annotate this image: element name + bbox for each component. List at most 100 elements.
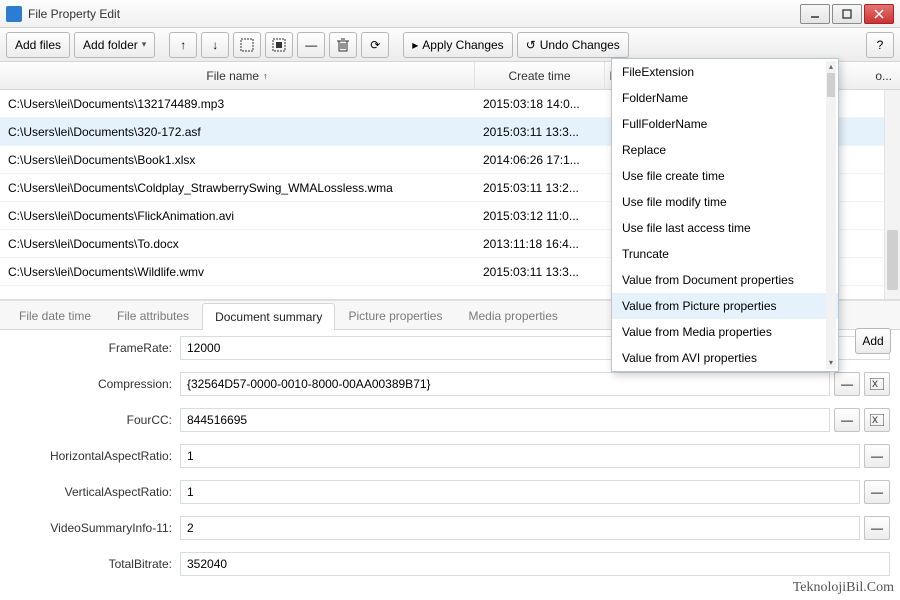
cell-create-time: 2015:03:11 13:3... [475, 265, 605, 279]
col-file-name[interactable]: File name↑ [0, 62, 475, 89]
add-files-button[interactable]: Add files [6, 32, 70, 58]
move-down-button[interactable]: ↓ [201, 32, 229, 58]
property-row: HorizontalAspectRatio:1— [0, 438, 900, 474]
property-label: FourCC: [0, 413, 180, 427]
remove-property-button[interactable]: — [864, 480, 890, 504]
variable-icon: x [870, 378, 884, 390]
property-value-input[interactable]: 352040 [180, 552, 890, 576]
app-icon [6, 6, 22, 22]
cell-file-name: C:\Users\lei\Documents\Wildlife.wmv [0, 265, 475, 279]
menu-scrollbar[interactable]: ▴ ▾ [826, 61, 836, 369]
menu-item[interactable]: Use file modify time [612, 189, 838, 215]
delete-button[interactable] [329, 32, 357, 58]
minus-icon: — [871, 485, 883, 499]
refresh-icon: ⟳ [370, 38, 380, 52]
menu-item[interactable]: Truncate [612, 241, 838, 267]
trash-icon [337, 38, 349, 52]
remove-button[interactable]: — [297, 32, 325, 58]
property-label: VerticalAspectRatio: [0, 485, 180, 499]
arrow-down-icon: ↓ [212, 38, 218, 52]
menu-item[interactable]: Replace [612, 137, 838, 163]
remove-property-button[interactable]: — [834, 372, 860, 396]
menu-item[interactable]: Use file last access time [612, 215, 838, 241]
remove-property-button[interactable]: — [864, 516, 890, 540]
menu-item[interactable]: Use file create time [612, 163, 838, 189]
variable-button[interactable]: x [864, 408, 890, 432]
variable-icon: x [870, 414, 884, 426]
menu-item[interactable]: Value from AVI properties [612, 345, 838, 371]
menu-item[interactable]: FullFolderName [612, 111, 838, 137]
undo-changes-button[interactable]: ↺Undo Changes [517, 32, 629, 58]
cell-file-name: C:\Users\lei\Documents\To.docx [0, 237, 475, 251]
watermark: TeknolojiBil.Com [793, 580, 894, 596]
minus-icon: — [871, 521, 883, 535]
minus-icon: — [305, 38, 317, 52]
property-label: Compression: [0, 377, 180, 391]
tab-file-attributes[interactable]: File attributes [104, 302, 202, 329]
cell-file-name: C:\Users\lei\Documents\Coldplay_Strawber… [0, 181, 475, 195]
remove-property-button[interactable]: — [834, 408, 860, 432]
maximize-button[interactable] [832, 4, 862, 24]
select-all-button[interactable] [233, 32, 261, 58]
sort-asc-icon: ↑ [263, 71, 268, 81]
svg-text:x: x [872, 378, 878, 390]
close-button[interactable] [864, 4, 894, 24]
add-property-button[interactable]: Add [855, 328, 891, 354]
titlebar: File Property Edit [0, 0, 900, 28]
cell-create-time: 2015:03:18 14:0... [475, 97, 605, 111]
invert-select-button[interactable] [265, 32, 293, 58]
play-icon: ▸ [412, 38, 418, 52]
cell-file-name: C:\Users\lei\Documents\320-172.asf [0, 125, 475, 139]
variable-button[interactable]: x [864, 372, 890, 396]
menu-item[interactable]: Value from Media properties [612, 319, 838, 345]
minus-icon: — [841, 377, 853, 391]
cell-file-name: C:\Users\lei\Documents\132174489.mp3 [0, 97, 475, 111]
property-row: VerticalAspectRatio:1 — [0, 474, 900, 510]
property-label: FrameRate: [0, 341, 180, 355]
property-label: VideoSummaryInfo-11: [0, 521, 180, 535]
property-label: HorizontalAspectRatio: [0, 449, 180, 463]
add-folder-button[interactable]: Add folder▾ [74, 32, 155, 58]
apply-changes-button[interactable]: ▸Apply Changes [403, 32, 512, 58]
arrow-up-icon: ↑ [180, 38, 186, 52]
tab-file-date-time[interactable]: File date time [6, 302, 104, 329]
vertical-scrollbar[interactable] [884, 90, 900, 299]
scroll-down-icon[interactable]: ▾ [827, 358, 835, 368]
property-value-input[interactable]: {32564D57-0000-0010-8000-00AA00389B71} [180, 372, 830, 396]
cell-create-time: 2015:03:11 13:3... [475, 125, 605, 139]
remove-property-button[interactable]: — [864, 444, 890, 468]
property-row: FourCC:844516695— x [0, 402, 900, 438]
property-value-input[interactable]: 1 [180, 444, 860, 468]
help-button[interactable]: ? [866, 32, 894, 58]
scrollbar-thumb[interactable] [887, 230, 898, 290]
property-value-input[interactable]: 844516695 [180, 408, 830, 432]
menu-item[interactable]: Value from Document properties [612, 267, 838, 293]
property-value-input[interactable]: 1 [180, 480, 860, 504]
scroll-up-icon[interactable]: ▴ [827, 62, 835, 72]
property-row: TotalBitrate:352040 [0, 546, 900, 582]
menu-item[interactable]: FileExtension [612, 59, 838, 85]
property-row: VideoSummaryInfo-11:2 — [0, 510, 900, 546]
cell-file-name: C:\Users\lei\Documents\FlickAnimation.av… [0, 209, 475, 223]
undo-icon: ↺ [526, 38, 536, 52]
menu-item[interactable]: FolderName [612, 85, 838, 111]
invert-icon [272, 38, 286, 52]
cell-create-time: 2013:11:18 16:4... [475, 237, 605, 251]
tab-document-summary[interactable]: Document summary [202, 303, 335, 330]
cell-file-name: C:\Users\lei\Documents\Book1.xlsx [0, 153, 475, 167]
cell-create-time: 2015:03:12 11:0... [475, 209, 605, 223]
tab-picture-properties[interactable]: Picture properties [335, 302, 455, 329]
value-source-menu: ▴ ▾ FileExtensionFolderNameFullFolderNam… [611, 58, 839, 372]
toolbar: Add files Add folder▾ ↑ ↓ — ⟳ ▸Apply Cha… [0, 28, 900, 62]
window-title: File Property Edit [28, 7, 798, 21]
move-up-button[interactable]: ↑ [169, 32, 197, 58]
menu-scroll-thumb[interactable] [827, 73, 835, 97]
minimize-button[interactable] [800, 4, 830, 24]
help-icon: ? [877, 38, 884, 52]
refresh-button[interactable]: ⟳ [361, 32, 389, 58]
tab-media-properties[interactable]: Media properties [455, 302, 570, 329]
col-create-time[interactable]: Create time [475, 62, 605, 89]
cell-create-time: 2014:06:26 17:1... [475, 153, 605, 167]
property-value-input[interactable]: 2 [180, 516, 860, 540]
menu-item[interactable]: Value from Picture properties [612, 293, 838, 319]
